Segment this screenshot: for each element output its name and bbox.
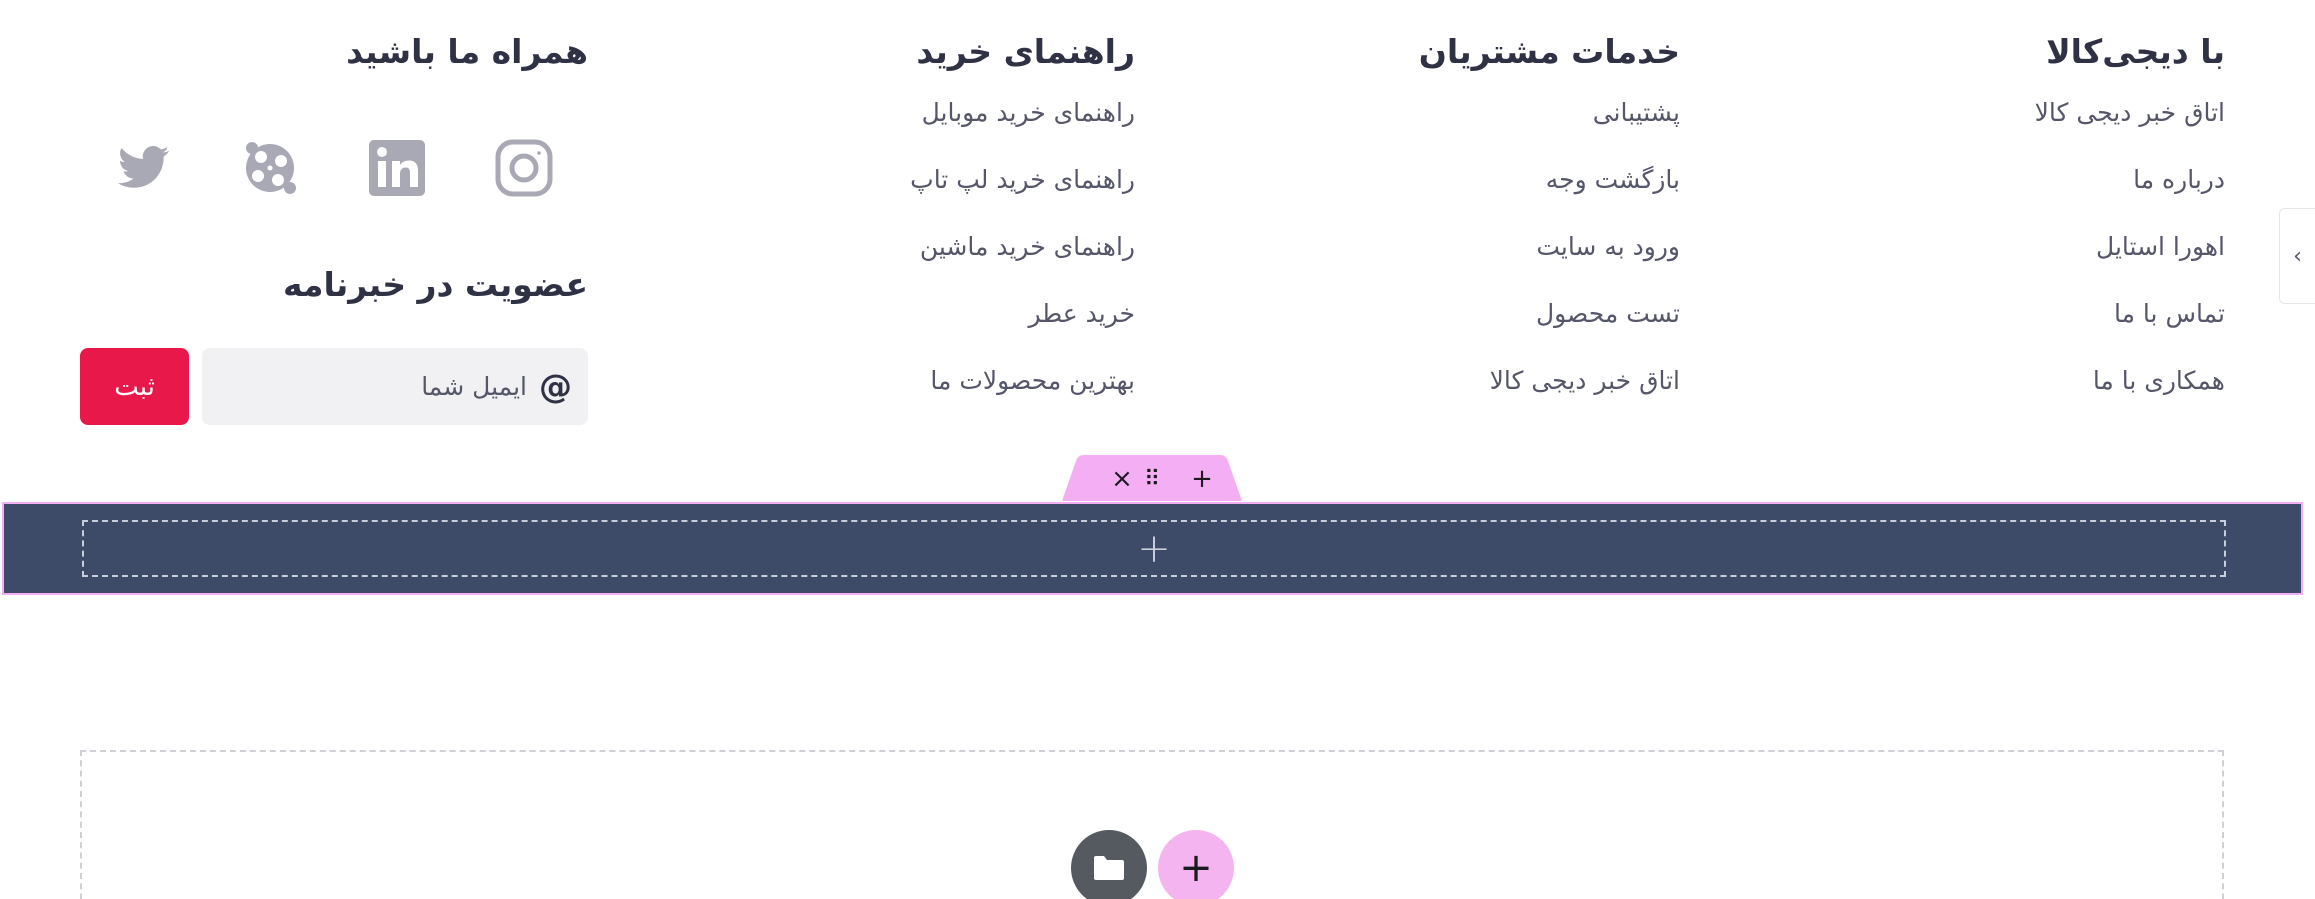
footer-column-digikala: با دیجی‌کالا اتاق خبر دیجی کالا درباره م… [2035,30,2225,431]
footer-link[interactable]: اهورا استایل [2035,230,2225,297]
footer-column-customer-service: خدمات مشتریان پشتیبانی بازگشت وجه ورود ب… [1419,30,1680,431]
footer-link[interactable]: تست محصول [1419,297,1680,364]
close-icon: × [1111,464,1133,494]
footer-link[interactable]: خرید عطر [910,297,1136,364]
follow-us-title: همراه ما باشید [346,32,588,71]
add-widget-area[interactable]: + [82,520,2226,577]
footer-link[interactable]: اتاق خبر دیجی کالا [2035,96,2225,163]
footer-link[interactable]: راهنمای خرید ماشین [910,230,1135,297]
plus-icon: + [1179,845,1213,891]
section-handle-tab: × ⠿ + [1062,455,1242,501]
twitter-icon[interactable] [113,138,173,198]
link-list: پشتیبانی بازگشت وجه ورود به سایت تست محص… [1419,96,1680,431]
new-section-drop-area [80,750,2224,899]
column-title: با دیجی‌کالا [2046,32,2225,71]
column-title: راهنمای خرید [916,32,1135,71]
footer-link[interactable]: همکاری با ما [2035,364,2225,431]
side-panel-toggle[interactable]: ‹ [2279,208,2315,304]
footer-link[interactable]: پشتیبانی [1419,96,1680,163]
aparat-icon[interactable] [240,138,300,198]
footer-link[interactable]: اتاق خبر دیجی کالا [1419,364,1680,431]
plus-icon: + [1191,464,1213,494]
newsletter-title: عضویت در خبرنامه [283,265,588,304]
footer-column-buying-guide: راهنمای خرید راهنمای خرید موبایل راهنمای… [910,30,1135,431]
footer-link[interactable]: تماس با ما [2035,297,2225,364]
link-list: اتاق خبر دیجی کالا درباره ما اهورا استای… [2035,96,2225,431]
footer-link[interactable]: راهنمای خرید لپ تاپ [910,163,1135,230]
newsletter-submit-button[interactable]: ثبت [80,348,189,425]
footer-link[interactable]: بازگشت وجه [1419,163,1680,230]
footer-link[interactable]: راهنمای خرید موبایل [910,96,1135,163]
link-list: راهنمای خرید موبایل راهنمای خرید لپ تاپ … [910,96,1135,431]
linkedin-icon[interactable] [367,138,427,198]
plus-icon: + [1137,525,1171,572]
empty-section: + [2,502,2303,595]
at-icon: @ [539,367,572,406]
email-field-container: @ [202,348,588,425]
footer-link[interactable]: ورود به سایت [1419,230,1680,297]
drag-icon: ⠿ [1143,466,1161,492]
footer-link[interactable]: بهترین محصولات ما [910,364,1135,431]
folder-icon [1094,856,1124,880]
instagram-icon[interactable] [494,138,554,198]
footer-link[interactable]: درباره ما [2035,163,2225,230]
email-input[interactable] [247,372,527,401]
add-template-button[interactable] [1071,830,1147,899]
add-section-button[interactable]: + [1184,461,1220,497]
chevron-left-icon: ‹ [2293,243,2302,269]
drag-section-handle[interactable]: ⠿ [1134,461,1170,497]
add-new-section-button[interactable]: + [1158,830,1234,899]
column-title: خدمات مشتریان [1418,32,1680,71]
